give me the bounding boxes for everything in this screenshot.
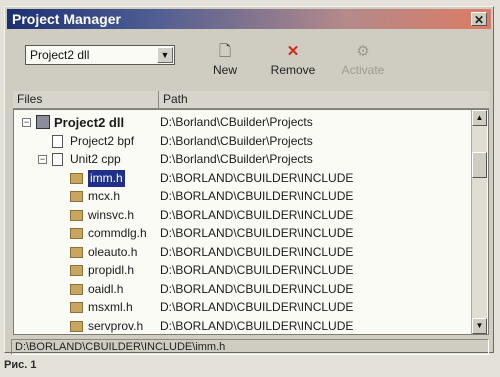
tree-row[interactable]: commdlg.h D:\BORLAND\CBUILDER\INCLUDE	[14, 225, 474, 242]
status-bar: D:\BORLAND\CBUILDER\INCLUDE\imm.h	[11, 339, 489, 355]
scroll-down-icon[interactable]: ▼	[472, 318, 487, 334]
file-path: D:\BORLAND\CBUILDER\INCLUDE	[160, 318, 354, 333]
remove-button[interactable]: ✕ Remove	[263, 43, 323, 77]
file-path: D:\Borland\CBuilder\Projects	[160, 115, 313, 129]
project-manager-window: Project Manager ✕ Project2 dll ▼ 🗋 New ✕…	[4, 6, 494, 355]
tree-row[interactable]: propidl.h D:\BORLAND\CBUILDER\INCLUDE	[14, 262, 474, 279]
header-file-icon	[70, 283, 83, 295]
tree-row[interactable]: oaidl.h D:\BORLAND\CBUILDER\INCLUDE	[14, 281, 474, 298]
file-tree[interactable]: ▲ ▼ − Project2 dll D:\Borland\CBuilder\Pro…	[13, 109, 489, 335]
file-name[interactable]: Project2 bpf	[70, 133, 134, 150]
file-path: D:\Borland\CBuilder\Projects	[160, 152, 313, 166]
file-path: D:\BORLAND\CBUILDER\INCLUDE	[160, 300, 354, 314]
file-name[interactable]: imm.h	[88, 169, 125, 187]
file-name[interactable]: Project2 dll	[54, 114, 124, 131]
project-select[interactable]: Project2 dll ▼	[25, 45, 175, 65]
activate-button[interactable]: ⚙ Activate	[333, 43, 393, 77]
column-files[interactable]: Files	[13, 91, 159, 108]
file-name[interactable]: servprov.h	[88, 318, 143, 335]
tree-row[interactable]: imm.h D:\BORLAND\CBUILDER\INCLUDE	[14, 169, 474, 187]
tree-row[interactable]: − Unit2 cpp D:\Borland\CBuilder\Projects	[14, 151, 474, 168]
file-path: D:\BORLAND\CBUILDER\INCLUDE	[160, 226, 354, 240]
tree-row[interactable]: msxml.h D:\BORLAND\CBUILDER\INCLUDE	[14, 299, 474, 316]
window-title: Project Manager	[12, 11, 121, 27]
activate-icon: ⚙	[356, 43, 370, 60]
file-path: D:\BORLAND\CBUILDER\INCLUDE	[160, 244, 354, 259]
header-file-icon	[70, 265, 83, 276]
column-header: Files Path	[13, 91, 489, 109]
close-button[interactable]: ✕	[471, 12, 487, 27]
file-name[interactable]: oaidl.h	[88, 281, 123, 298]
file-path: D:\BORLAND\CBUILDER\INCLUDE	[160, 281, 354, 296]
header-file-icon	[70, 320, 83, 332]
chevron-down-icon[interactable]: ▼	[157, 47, 173, 63]
header-file-icon	[70, 228, 83, 239]
header-file-icon	[70, 172, 83, 184]
remove-x-icon: ✕	[286, 43, 300, 60]
collapse-icon[interactable]: −	[22, 118, 31, 127]
tree-row[interactable]: − Project2 dll D:\Borland\CBuilder\Project…	[14, 114, 474, 131]
tree-row[interactable]: Project2 bpf D:\Borland\CBuilder\Projects	[14, 133, 474, 150]
document-icon	[52, 153, 63, 166]
file-path: D:\BORLAND\CBUILDER\INCLUDE	[160, 189, 354, 203]
header-file-icon	[70, 302, 83, 313]
scroll-thumb[interactable]	[472, 152, 487, 178]
tree-row[interactable]: winsvc.h D:\BORLAND\CBUILDER\INCLUDE	[14, 207, 474, 224]
figure-caption: Рис. 1	[4, 359, 37, 371]
new-button[interactable]: 🗋 New	[195, 43, 255, 77]
file-path: D:\BORLAND\CBUILDER\INCLUDE	[160, 263, 354, 277]
collapse-icon[interactable]: −	[38, 155, 47, 164]
file-path: D:\Borland\CBuilder\Projects	[160, 133, 313, 148]
file-name[interactable]: mcx.h	[88, 188, 120, 205]
tree-row[interactable]: servprov.h D:\BORLAND\CBUILDER\INCLUDE	[14, 318, 474, 335]
new-file-icon: 🗋	[218, 43, 232, 60]
tree-row[interactable]: oleauto.h D:\BORLAND\CBUILDER\INCLUDE	[14, 244, 474, 261]
project-icon	[36, 115, 50, 129]
header-file-icon	[70, 209, 83, 221]
file-name[interactable]: commdlg.h	[88, 225, 147, 242]
document-icon	[52, 134, 63, 148]
activate-button-label: Activate	[341, 63, 385, 77]
close-icon: ✕	[473, 13, 485, 27]
file-name[interactable]: Unit2 cpp	[70, 151, 121, 168]
scroll-up-icon[interactable]: ▲	[472, 110, 487, 126]
new-button-label: New	[212, 63, 237, 77]
file-name[interactable]: winsvc.h	[88, 207, 134, 224]
remove-button-label: Remove	[270, 63, 316, 77]
file-name[interactable]: oleauto.h	[88, 244, 137, 261]
header-file-icon	[70, 191, 83, 202]
file-path: D:\BORLAND\CBUILDER\INCLUDE	[160, 170, 354, 185]
title-bar[interactable]: Project Manager ✕	[7, 9, 491, 29]
tree-row[interactable]: mcx.h D:\BORLAND\CBUILDER\INCLUDE	[14, 188, 474, 205]
column-path[interactable]: Path	[159, 91, 489, 108]
file-name[interactable]: msxml.h	[88, 299, 133, 316]
project-select-value: Project2 dll	[30, 48, 90, 62]
file-name[interactable]: propidl.h	[88, 262, 134, 279]
header-file-icon	[70, 246, 83, 258]
file-path: D:\BORLAND\CBUILDER\INCLUDE	[160, 207, 354, 222]
